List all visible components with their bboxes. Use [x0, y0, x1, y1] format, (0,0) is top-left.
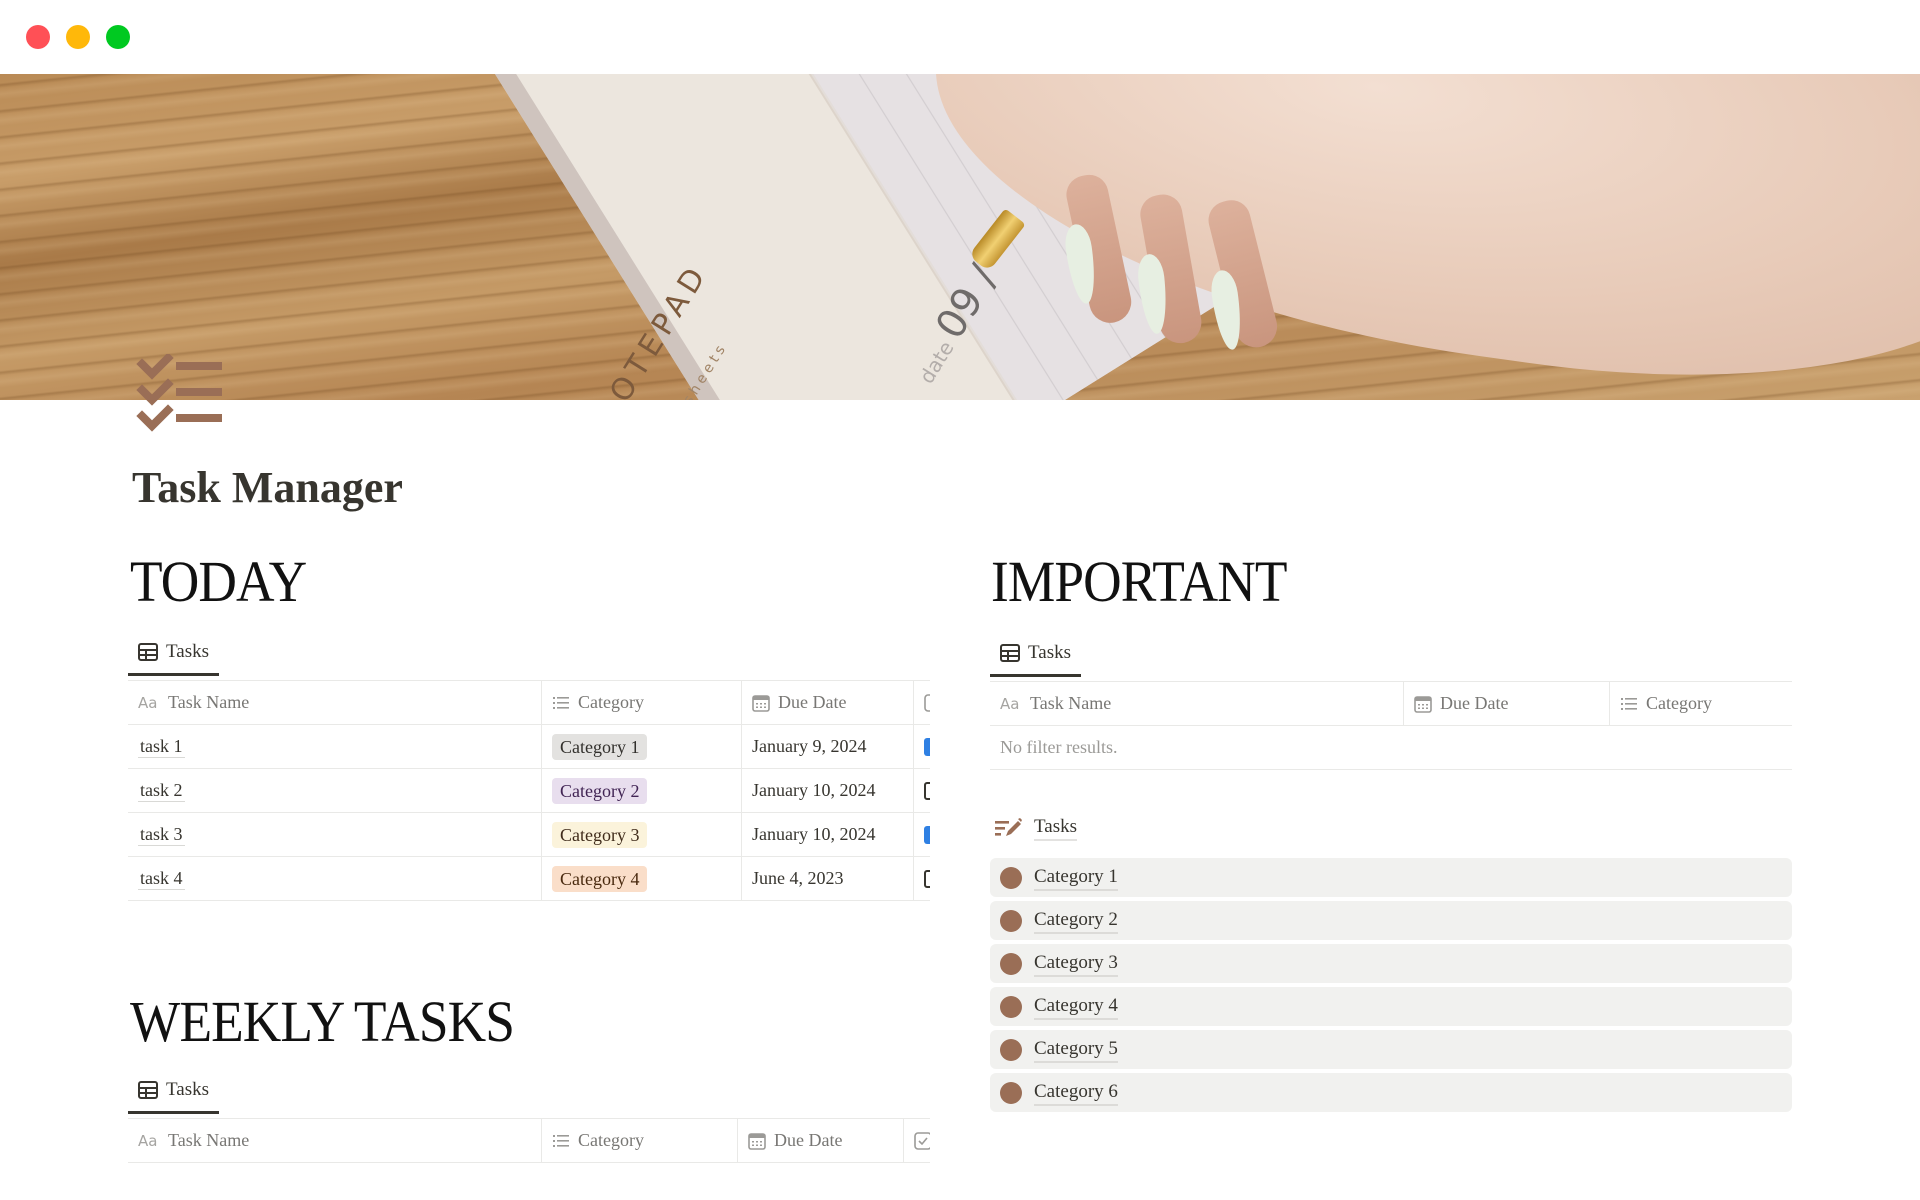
column-header-due-date[interactable]: Due Date: [1404, 682, 1610, 725]
column-header-category[interactable]: Category: [542, 1119, 738, 1162]
weekly-view-tab[interactable]: Tasks: [128, 1068, 220, 1114]
calendar-icon: [752, 694, 770, 712]
text-property-icon: Aa: [138, 693, 158, 712]
circle-icon: [1000, 952, 1022, 975]
table-row[interactable]: task 4 Category 4 June 4, 2023: [128, 857, 930, 901]
categories-list-header[interactable]: Tasks: [994, 815, 1078, 841]
important-view-tab-label: Tasks: [1028, 642, 1072, 663]
column-header-task-name[interactable]: Aa Task Name: [990, 682, 1404, 725]
due-date-cell[interactable]: January 10, 2024: [742, 813, 914, 856]
table-header-row: Aa Task Name Category Due Date: [128, 681, 930, 725]
task-name-cell[interactable]: task 1: [128, 725, 542, 768]
task-name-cell[interactable]: task 4: [128, 857, 542, 900]
due-date-cell[interactable]: June 4, 2023: [742, 857, 914, 900]
column-header-category[interactable]: Category: [542, 681, 742, 724]
done-cell[interactable]: [914, 725, 930, 768]
close-window-button[interactable]: [26, 25, 50, 49]
column-header-due-date[interactable]: Due Date: [738, 1119, 904, 1162]
checkbox-property-icon: [924, 693, 930, 712]
column-header-category[interactable]: Category: [1610, 682, 1792, 725]
table-view-icon: [1000, 644, 1020, 662]
table-header-row: Aa Task Name Due Date Category: [990, 682, 1792, 726]
multi-select-icon: [553, 1134, 569, 1147]
empty-state-row: No filter results.: [990, 726, 1792, 770]
text-property-icon: Aa: [1000, 694, 1020, 713]
due-date-cell[interactable]: January 9, 2024: [742, 725, 914, 768]
category-cell[interactable]: Category 4: [542, 857, 742, 900]
today-table: Aa Task Name Category Due Date task 1 Cat…: [128, 680, 930, 901]
checkbox-unchecked[interactable]: [924, 781, 930, 800]
active-tab-indicator: [128, 673, 220, 676]
checkbox-checked[interactable]: [924, 737, 930, 756]
zoom-window-button[interactable]: [106, 25, 130, 49]
today-view-tab[interactable]: Tasks: [128, 630, 220, 676]
task-name-cell[interactable]: task 2: [128, 769, 542, 812]
task-name-cell[interactable]: task 3: [128, 813, 542, 856]
table-row[interactable]: task 3 Category 3 January 10, 2024: [128, 813, 930, 857]
circle-icon: [1000, 909, 1022, 932]
page-title[interactable]: Task Manager: [132, 462, 403, 513]
important-heading: IMPORTANT: [991, 549, 1287, 614]
category-tag: Category 3: [552, 821, 648, 848]
window-titlebar: [0, 0, 1920, 74]
table-view-icon: [138, 643, 158, 661]
calendar-icon: [1414, 695, 1432, 713]
list-item[interactable]: Category 3: [990, 944, 1792, 983]
column-header-done[interactable]: [904, 1119, 930, 1162]
calendar-icon: [748, 1132, 766, 1150]
active-tab-indicator: [128, 1111, 220, 1114]
table-row[interactable]: task 2 Category 2 January 10, 2024: [128, 769, 930, 813]
minimize-window-button[interactable]: [66, 25, 90, 49]
column-header-task-name[interactable]: Aa Task Name: [128, 681, 542, 724]
done-cell[interactable]: [914, 813, 930, 856]
checkbox-property-icon: [914, 1131, 930, 1150]
column-header-task-name[interactable]: Aa Task Name: [128, 1119, 542, 1162]
category-tag: Category 4: [552, 865, 648, 892]
circle-icon: [1000, 1038, 1022, 1061]
checklist-icon[interactable]: [136, 352, 226, 436]
table-view-icon: [138, 1081, 158, 1099]
today-view-tab-label: Tasks: [166, 641, 210, 662]
circle-icon: [1000, 866, 1022, 889]
edit-list-icon: [995, 818, 1022, 836]
list-item[interactable]: Category 2: [990, 901, 1792, 940]
weekly-view-tab-label: Tasks: [166, 1079, 210, 1100]
table-header-row: Aa Task Name Category Due Date: [128, 1119, 930, 1163]
table-row[interactable]: task 1 Category 1 January 9, 2024: [128, 725, 930, 769]
category-tag: Category 1: [552, 733, 648, 760]
multi-select-icon: [553, 696, 569, 709]
categories-list-title: Tasks: [1034, 815, 1078, 841]
no-results-message: No filter results.: [1000, 737, 1118, 757]
list-item[interactable]: Category 1: [990, 858, 1792, 897]
text-property-icon: Aa: [138, 1131, 158, 1150]
list-item[interactable]: Category 5: [990, 1030, 1792, 1069]
category-tag: Category 2: [552, 777, 648, 804]
category-cell[interactable]: Category 2: [542, 769, 742, 812]
category-cell[interactable]: Category 1: [542, 725, 742, 768]
today-heading: TODAY: [130, 549, 307, 614]
important-view-tab[interactable]: Tasks: [990, 631, 1082, 677]
page-cover-image[interactable]: NOTEPAD 50 sheets date09 /: [0, 74, 1920, 400]
list-item[interactable]: Category 4: [990, 987, 1792, 1026]
column-header-done[interactable]: [914, 681, 930, 724]
categories-list: Category 1 Category 2 Category 3 Categor…: [990, 858, 1792, 1116]
weekly-table: Aa Task Name Category Due Date: [128, 1118, 930, 1163]
circle-icon: [1000, 1081, 1022, 1104]
circle-icon: [1000, 995, 1022, 1018]
category-cell[interactable]: Category 3: [542, 813, 742, 856]
checkbox-checked[interactable]: [924, 825, 930, 844]
important-table: Aa Task Name Due Date Category No filter …: [990, 681, 1792, 770]
done-cell[interactable]: [914, 857, 930, 900]
done-cell[interactable]: [914, 769, 930, 812]
list-item[interactable]: Category 6: [990, 1073, 1792, 1112]
weekly-heading: WEEKLY TASKS: [130, 989, 515, 1054]
column-header-due-date[interactable]: Due Date: [742, 681, 914, 724]
active-tab-indicator: [990, 674, 1082, 677]
checkbox-unchecked[interactable]: [924, 869, 930, 888]
multi-select-icon: [1621, 697, 1637, 710]
due-date-cell[interactable]: January 10, 2024: [742, 769, 914, 812]
